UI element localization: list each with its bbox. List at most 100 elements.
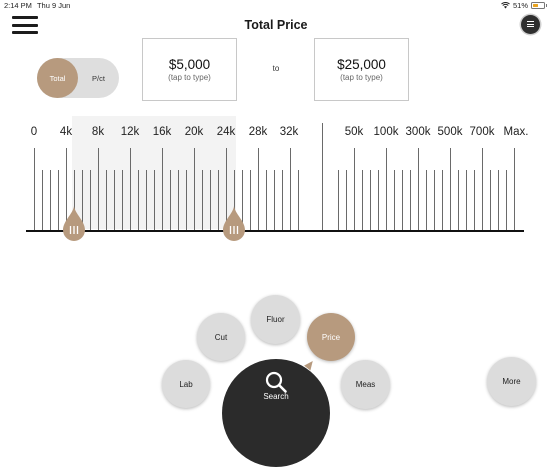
ruler-tick [106,170,107,230]
battery-tip [546,4,547,7]
ruler-tick [442,170,443,230]
battery-percent: 51% [512,1,528,10]
price-ruler[interactable]: 0 4k 8k 12k 16k 20k 24k 28k 32k 50k 100k 300k 500k 70… [0,112,552,252]
ruler-tick [218,170,219,230]
max-price-value: $25,000 [337,57,386,72]
min-price-box[interactable]: $5,000 (tap to type) [142,38,237,101]
ruler-tick [394,170,395,230]
ruler-tick [402,170,403,230]
lab-button[interactable]: Lab [162,360,210,408]
ruler-tick [490,170,491,230]
search-button[interactable]: Search [222,359,330,467]
max-price-box[interactable]: $25,000 (tap to type) [314,38,409,101]
cut-button[interactable]: Cut [197,313,245,361]
ruler-label: 4k [59,126,73,138]
ruler-tick [122,170,123,230]
max-price-hint: (tap to type) [340,73,383,82]
ruler-tick [42,170,43,230]
range-separator: to [272,64,280,73]
ruler-tick [98,148,99,230]
toggle-per-carat[interactable]: P/ct [78,58,119,98]
more-button[interactable]: More [487,357,536,406]
ruler-label: 100k [373,126,399,138]
ruler-tick [266,170,267,230]
ruler-tick [458,170,459,230]
toggle-total[interactable]: Total [37,58,78,98]
max-price-handle[interactable] [222,206,246,242]
ruler-tick [170,170,171,230]
ruler-tick [482,148,483,230]
ruler-tick [370,170,371,230]
status-date: Thu 9 Jun [36,1,71,10]
ruler-label: 16k [152,126,172,138]
ruler-tick [130,148,131,230]
ruler-tick [426,170,427,230]
ruler-tick [90,170,91,230]
ruler-label: 28k [248,126,268,138]
ruler-tick [362,170,363,230]
ruler-tick [186,170,187,230]
ruler-tick [386,148,387,230]
ruler-tick [178,170,179,230]
status-time: 2:14 PM [4,1,32,10]
ruler-tick [138,170,139,230]
ruler-label: 700k [469,126,495,138]
ruler-tick [418,148,419,230]
ruler-tick [498,170,499,230]
price-mode-toggle: Total P/ct [37,58,119,98]
min-price-hint: (tap to type) [168,73,211,82]
ruler-tick [450,148,451,230]
ruler-tick [154,170,155,230]
ruler-label: 12k [120,126,140,138]
status-bar-right: 51% [501,1,547,10]
ruler-baseline [26,230,524,232]
ruler-tick [34,148,35,230]
status-bar-left: 2:14 PM Thu 9 Jun [4,1,75,10]
ruler-tick [466,170,467,230]
ruler-tick [282,170,283,230]
grip-lines-icon [223,206,245,241]
ruler-label: 20k [184,126,204,138]
ruler-label: Max. [503,126,529,138]
ruler-tick [338,170,339,230]
min-price-value: $5,000 [168,57,211,72]
ruler-tick [354,148,355,230]
ruler-tick [290,148,291,230]
search-label: Search [263,392,289,401]
ruler-label: 50k [344,126,364,138]
ruler-tick [378,170,379,230]
list-icon[interactable] [521,15,540,34]
ruler-tick [58,170,59,230]
page-title: Total Price [244,18,308,32]
battery-fill [533,3,538,8]
meas-button[interactable]: Meas [341,360,390,409]
ruler-tick [202,170,203,230]
ruler-tick [298,170,299,230]
ruler-tick [258,148,259,230]
ruler-label: 32k [279,126,299,138]
ruler-tick [474,170,475,230]
ruler-label: 24k [216,126,236,138]
ruler-tick [114,170,115,230]
ruler-tick [250,170,251,230]
ruler-tick [514,148,515,230]
ruler-tick [210,170,211,230]
fluor-button[interactable]: Fluor [251,295,300,344]
ruler-label: 300k [405,126,431,138]
ruler-tick [410,170,411,230]
ruler-tick [506,170,507,230]
ruler-label: 8k [91,126,105,138]
ruler-tick [274,170,275,230]
ruler-tick [322,123,323,230]
ruler-tick [434,170,435,230]
ruler-tick [50,170,51,230]
ruler-tick [146,170,147,230]
wifi-icon [501,2,510,9]
magnifier-icon [265,371,287,393]
battery-icon [531,1,545,10]
grip-lines-icon [63,206,85,241]
price-button[interactable]: Price [307,313,355,361]
ruler-tick [194,148,195,230]
min-price-handle[interactable] [62,206,86,242]
ruler-label: 0 [30,126,38,138]
